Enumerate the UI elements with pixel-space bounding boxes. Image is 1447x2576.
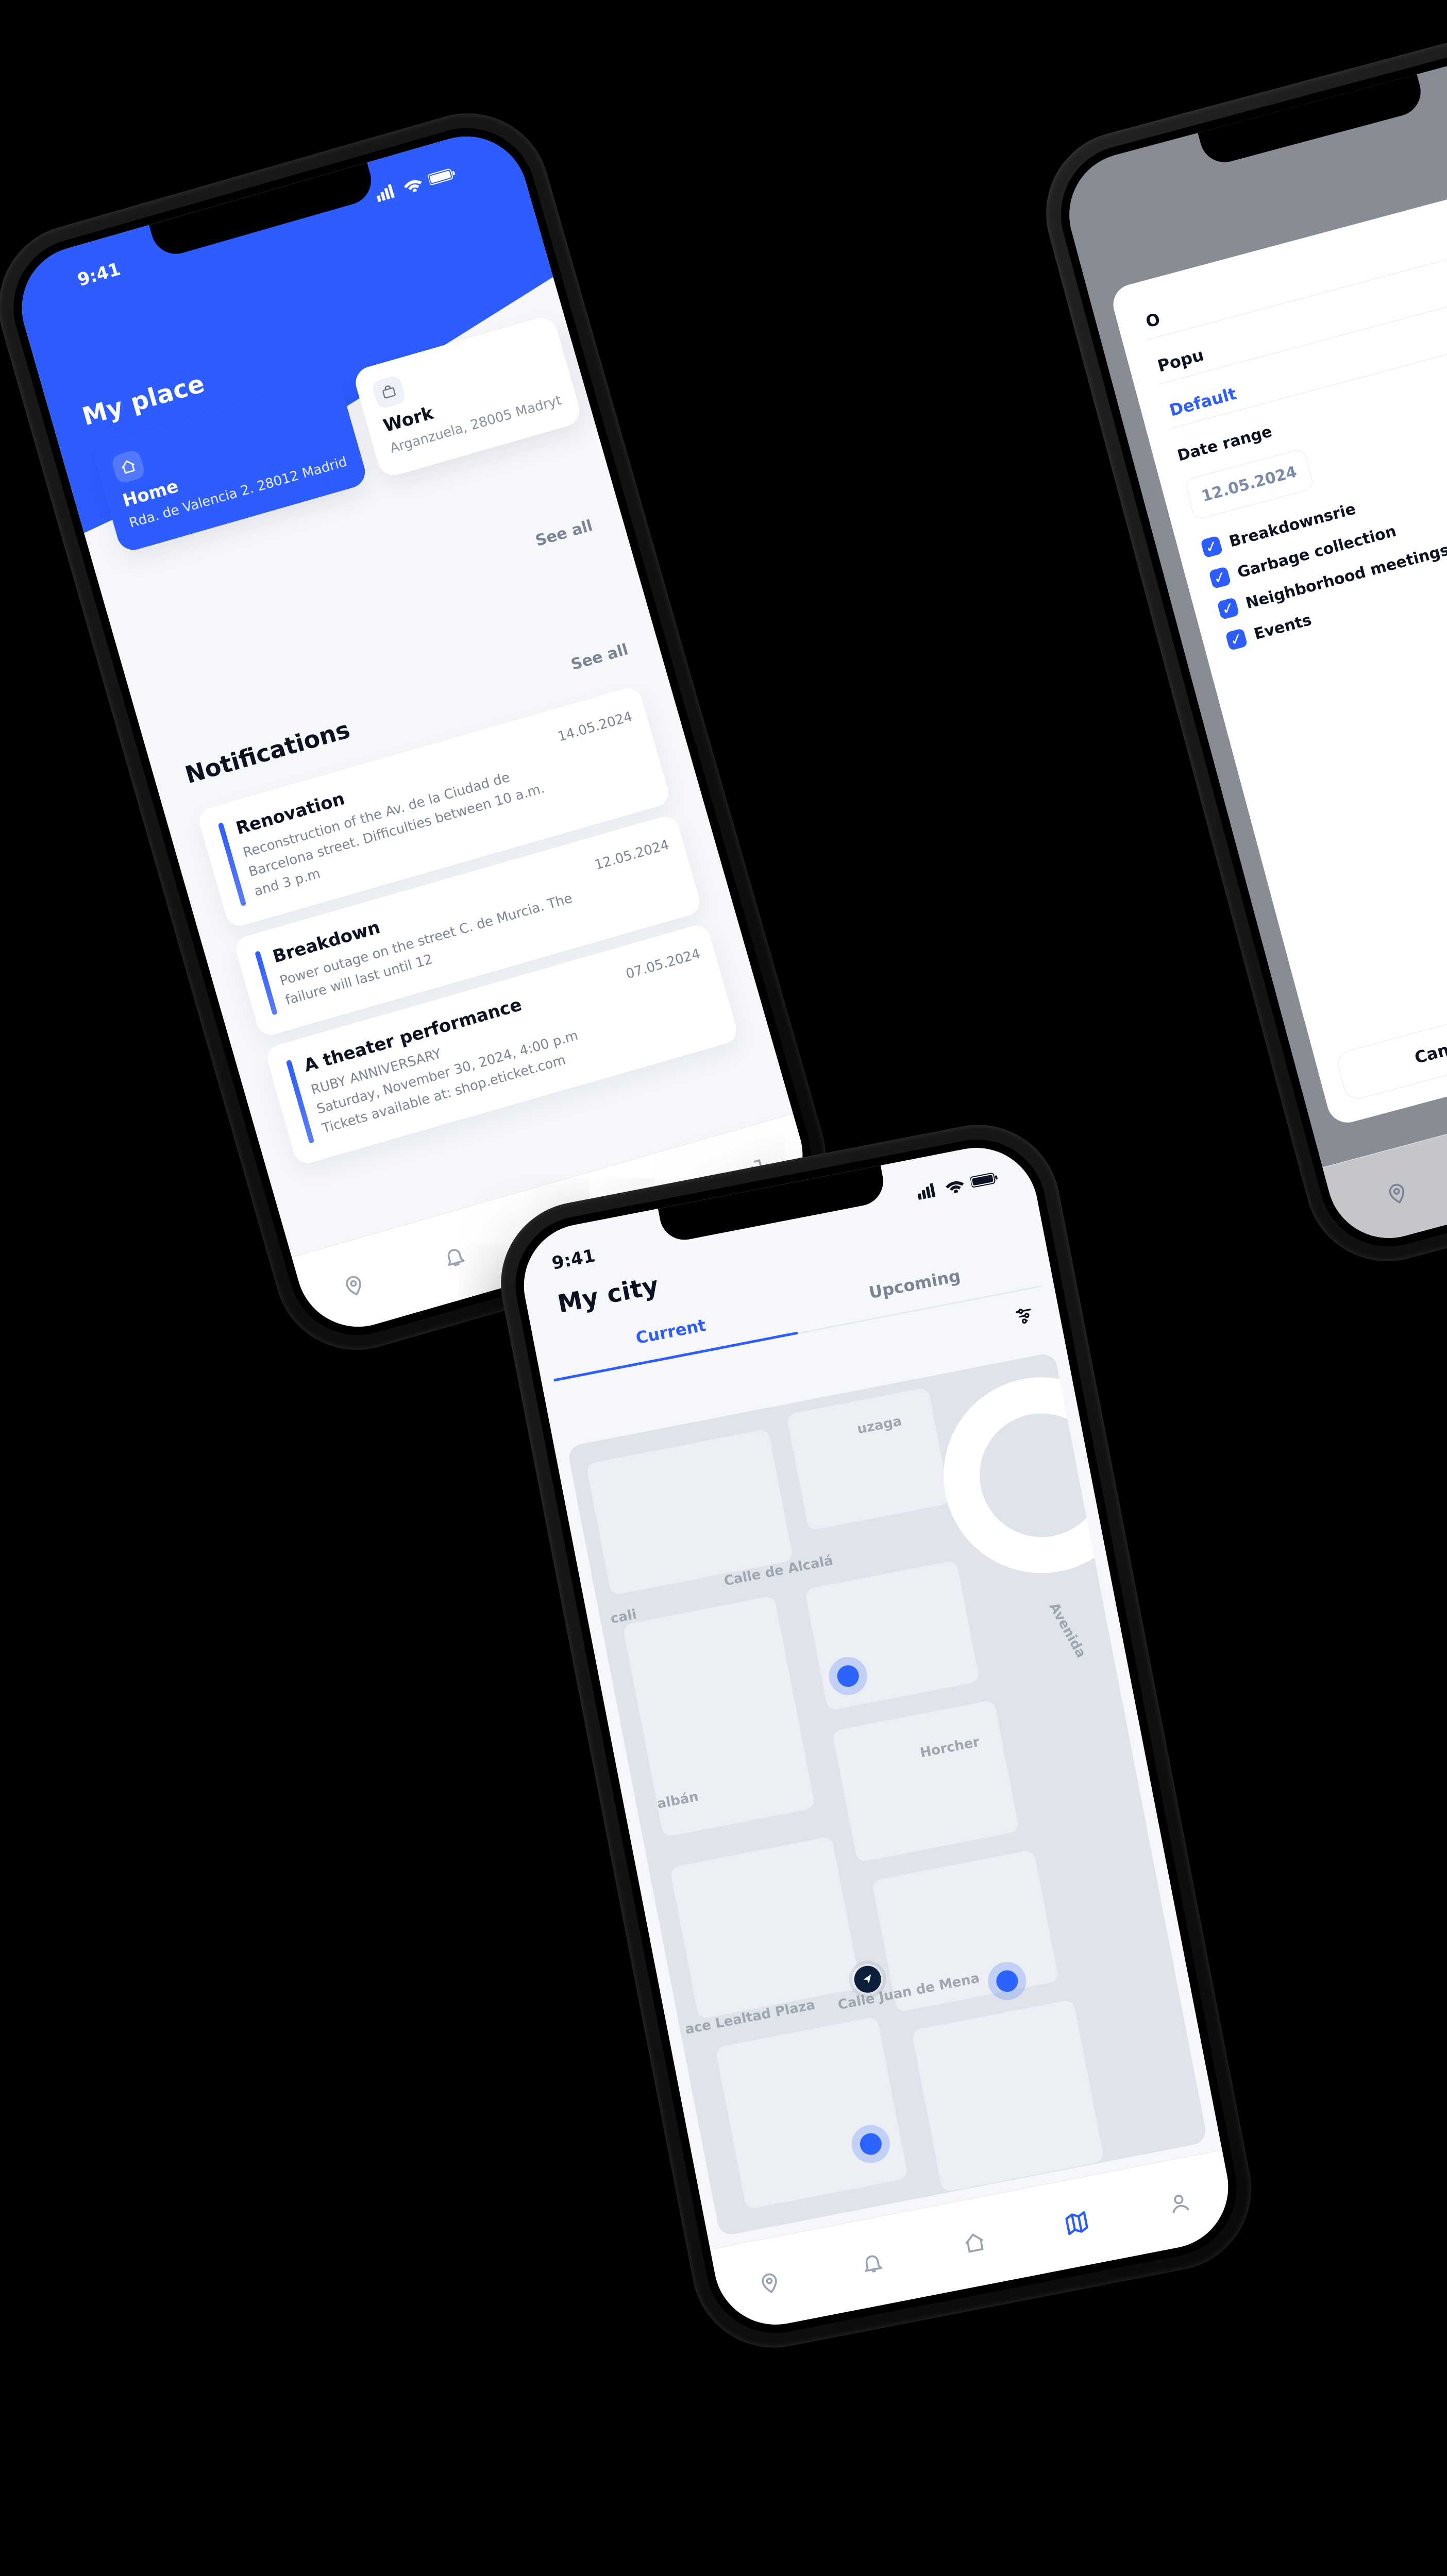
tab-city-map[interactable] (1050, 2196, 1103, 2249)
check-icon: ✓ (1208, 566, 1231, 589)
tab-map[interactable] (1369, 1165, 1425, 1221)
phone-filters: O Popu Default Date range 12.05.2024 ✓Br… (1028, 8, 1447, 1280)
see-all-places[interactable]: See all (533, 517, 595, 550)
place-address: Moncloa-A, 28040 Mad (602, 337, 754, 397)
map-label: Avenida (1046, 1600, 1088, 1660)
tab-map-pin[interactable] (743, 2256, 796, 2309)
notification-date: 14.05.2024 (556, 709, 634, 745)
tab-profile[interactable] (1153, 2176, 1206, 2229)
places-row[interactable]: Home Rda. de Valencia 2. 28012 Madrid Wo… (91, 311, 594, 554)
status-time: 9:41 (550, 1245, 597, 1274)
cancel-button[interactable]: Cancel (1335, 998, 1447, 1101)
map-marker[interactable] (835, 1664, 861, 1689)
map-user-location[interactable] (852, 1963, 883, 1995)
place-name: University (596, 313, 749, 375)
check-icon: ✓ (1217, 597, 1239, 620)
city-map[interactable]: Calle de Alcalá uzaga albán Horcher Aven… (567, 1352, 1208, 2236)
status-icons (374, 165, 458, 202)
home-icon (110, 449, 146, 484)
tab-map[interactable] (326, 1257, 382, 1313)
notification-date: 12.05.2024 (593, 837, 670, 873)
tab-notifications[interactable] (426, 1228, 482, 1284)
check-icon: ✓ (1200, 535, 1223, 558)
place-card-university[interactable]: University Moncloa-A, 28040 Mad (566, 259, 774, 417)
tab-notifications[interactable] (846, 2236, 899, 2289)
notification-date: 07.05.2024 (624, 946, 702, 982)
check-icon: ✓ (1225, 628, 1248, 651)
see-all-notifications[interactable]: See all (569, 640, 630, 674)
map-marker[interactable] (995, 1969, 1020, 1994)
phone-my-city: 9:41 My city Current Upcoming (486, 1111, 1265, 2362)
date-from-input[interactable]: 12.05.2024 (1184, 448, 1315, 520)
briefcase-icon (371, 374, 407, 410)
filter-icon[interactable] (1012, 1304, 1036, 1328)
place-card-work[interactable]: Work Arganzuela, 28005 Madryt (352, 314, 583, 479)
tab-home[interactable] (948, 2216, 1001, 2269)
notch (1198, 74, 1426, 167)
university-icon (585, 313, 621, 348)
status-time: 9:41 (75, 259, 123, 291)
filter-modal: O Popu Default Date range 12.05.2024 ✓Br… (1109, 166, 1447, 1127)
map-marker[interactable] (858, 2131, 883, 2157)
status-icons (916, 1170, 1001, 1200)
